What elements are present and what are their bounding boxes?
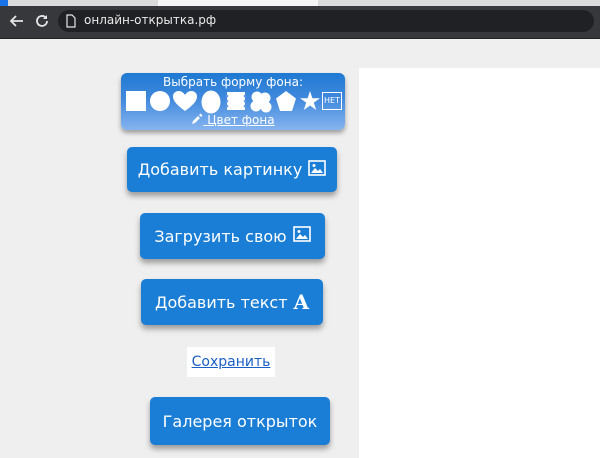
heart-shape-option[interactable]	[173, 90, 197, 112]
postcard-canvas[interactable]	[359, 68, 600, 458]
background-shape-panel: Выбрать форму фона: НЕТ Цвет фона	[121, 73, 345, 130]
star-shape-option[interactable]	[299, 90, 321, 112]
ellipse-shape-option[interactable]	[201, 90, 221, 114]
upload-own-label: Загрузить свою	[154, 226, 287, 246]
add-text-label: Добавить текст	[154, 292, 288, 312]
browser-toolbar: онлайн-открытка.рф	[0, 6, 600, 38]
add-picture-button[interactable]: Добавить картинку	[127, 147, 337, 192]
circle-shape-option[interactable]	[149, 90, 171, 112]
save-link[interactable]: Сохранить	[187, 347, 275, 377]
add-picture-label: Добавить картинку	[137, 160, 303, 179]
upload-own-button[interactable]: Загрузить свою	[140, 213, 325, 259]
square-shape-option[interactable]	[125, 90, 147, 112]
background-color-link[interactable]: Цвет фона	[121, 113, 345, 128]
shape-options: НЕТ	[125, 89, 343, 114]
postcard-gallery-button[interactable]: Галерея открыток	[150, 397, 330, 445]
background-color-label: Цвет фона	[207, 113, 275, 127]
shape-panel-title: Выбрать форму фона:	[163, 75, 303, 89]
page-icon	[66, 14, 76, 28]
url-text: онлайн-открытка.рф	[84, 13, 217, 27]
flower-shape-option[interactable]	[249, 90, 273, 114]
address-bar[interactable]: онлайн-открытка.рф	[58, 10, 594, 32]
postcard-gallery-label: Галерея открыток	[162, 411, 318, 431]
eyedropper-icon	[191, 113, 203, 128]
image-icon	[292, 226, 311, 246]
stamp-shape-option[interactable]	[225, 90, 247, 112]
back-arrow-icon[interactable]	[6, 10, 28, 32]
text-format-icon: A	[293, 290, 310, 314]
reload-icon[interactable]	[31, 10, 53, 32]
image-icon	[308, 159, 327, 180]
pentagon-shape-option[interactable]	[275, 90, 297, 112]
no-shape-option[interactable]: НЕТ	[322, 92, 342, 110]
add-text-button[interactable]: Добавить текст A	[141, 279, 323, 325]
